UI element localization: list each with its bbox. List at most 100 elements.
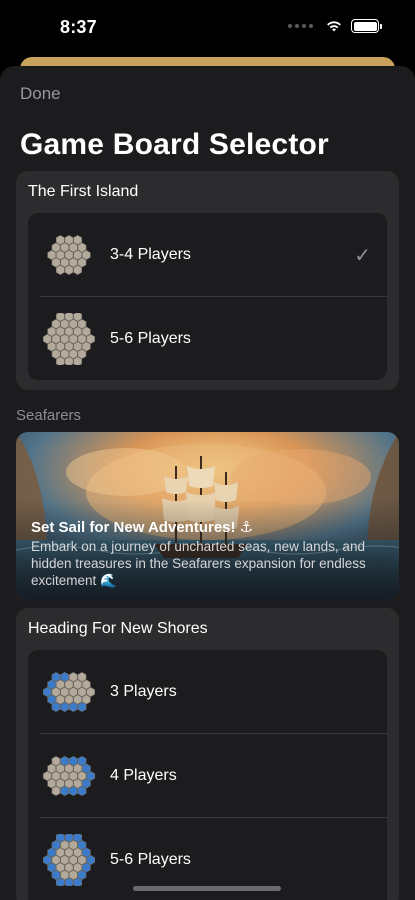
battery-fill [353,21,377,31]
hex-tile [47,249,57,261]
hex-tile [81,326,91,337]
hex-tile [60,755,70,767]
hex-tile [51,257,61,268]
status-time: 8:37 [60,17,97,37]
done-button[interactable]: Done [20,84,61,104]
hex-tile [68,348,78,360]
sea-hex-board-icon [42,834,96,886]
hex-tile [81,679,91,690]
hex-tile [55,694,65,705]
hex-tile [68,333,78,345]
sea-hex-board-icon [42,671,96,713]
status-bar: 8:37 [0,0,415,56]
hex-tile [47,763,57,774]
hex-tile [55,341,65,352]
seafarers-banner[interactable]: Set Sail for New Adventures! ⚓ Embark on… [16,432,399,600]
wifi-icon [327,21,341,32]
board-option-5-6-players[interactable]: 5-6 Players [28,297,387,380]
hex-tile [68,839,78,851]
board-option-3-players[interactable]: 3 Players [28,650,387,734]
hex-tile [77,854,87,866]
hex-tile [86,770,96,782]
hex-tile [68,701,78,713]
hex-board-icon [47,234,91,276]
hex-tile [86,854,96,866]
hex-tile [77,318,87,330]
hex-tile [55,679,65,690]
hex-tile [68,869,78,881]
hex-tile [73,341,83,352]
hex-tile [77,785,87,797]
hex-tile [81,778,91,789]
hex-tile [60,770,70,782]
hex-tile [60,686,70,698]
hex-tile [55,847,65,858]
hex-tile [77,755,87,767]
hex-tile [55,763,65,774]
heading-new-shores-group: Heading For New Shores 3 Players 4 Playe… [16,608,399,900]
hex-tile [73,679,83,690]
hex-tile [47,778,57,789]
hex-tile [68,671,78,683]
hex-tile [73,847,83,858]
hex-tile [64,778,74,789]
battery-icon [351,19,382,33]
hex-tile [68,755,78,767]
hex-tile [60,785,70,797]
option-label: 5-6 Players [110,851,191,868]
hex-tile [64,862,74,873]
first-island-group: The First Island 3-4 Players ✓ 5-6 Playe… [16,171,399,390]
hex-tile [77,686,87,698]
hex-tile [51,785,61,797]
group-title: Heading For New Shores [28,620,208,637]
hex-tile [60,242,70,253]
hex-tile [73,234,83,246]
hex-tile [47,694,57,705]
option-label: 5-6 Players [110,330,191,347]
hex-tile [81,694,91,705]
checkmark-icon: ✓ [354,244,371,267]
hex-tile [86,686,96,698]
hex-tile [47,679,57,690]
hex-tile [60,333,70,345]
status-icons [288,19,382,33]
board-option-4-players[interactable]: 4 Players [28,734,387,818]
hex-tile [81,763,91,774]
hex-tile [60,671,70,683]
banner-description: Embark on a journey of uncharted seas, n… [31,539,366,588]
hex-tile [51,839,61,851]
hex-tile [77,671,87,683]
hex-tile [68,854,78,866]
heading-new-shores-options: 3 Players 4 Players 5-6 Players [28,650,387,900]
hex-tile [86,333,96,345]
hex-tile [60,318,70,330]
hex-tile [64,679,74,690]
hex-tile [51,333,61,345]
hex-tile [68,686,78,698]
hex-tile [47,862,57,873]
hex-tile [51,869,61,881]
first-island-options: 3-4 Players ✓ 5-6 Players [28,213,387,380]
hex-tile [55,249,65,261]
hex-tile [47,326,57,337]
hex-tile [77,701,87,713]
hex-tile [51,755,61,767]
hex-tile [55,778,65,789]
hex-tile [51,686,61,698]
hex-tile [42,333,52,345]
hex-tile [64,234,74,246]
hex-tile [60,854,70,866]
hex-tile [68,242,78,253]
hex-tile [47,847,57,858]
hex-tile [64,264,74,276]
board-option-3-4-players[interactable]: 3-4 Players ✓ [28,213,387,297]
hex-tile [51,671,61,683]
hex-tile [51,770,61,782]
option-label: 4 Players [110,767,177,784]
hex-board-icon [42,313,96,365]
hex-tile [81,341,91,352]
hex-tile [51,701,61,713]
hex-tile [60,701,70,713]
hex-tile [77,869,87,881]
sea-hex-board-icon [42,755,96,797]
